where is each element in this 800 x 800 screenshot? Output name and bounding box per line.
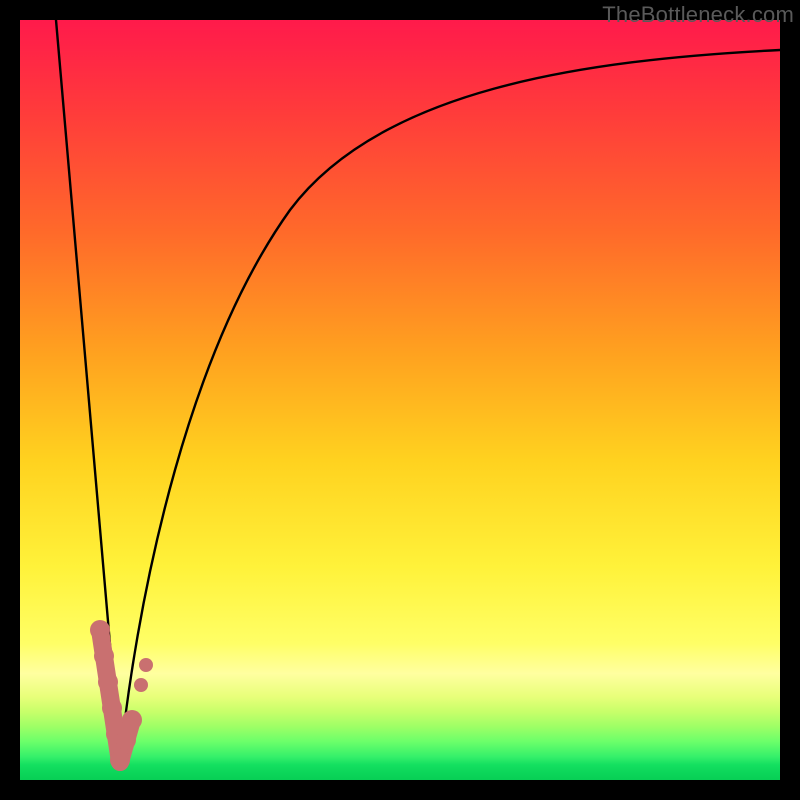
curve-right-branch xyxy=(120,50,780,760)
scatter-dot xyxy=(139,658,153,672)
watermark-text: TheBottleneck.com xyxy=(602,2,794,28)
chart-svg xyxy=(20,20,780,780)
plot-area xyxy=(20,20,780,780)
scatter-dot xyxy=(90,620,110,640)
scatter-dot xyxy=(122,710,142,730)
chart-frame: TheBottleneck.com xyxy=(0,0,800,800)
scatter-dot xyxy=(94,646,114,666)
scatter-dot xyxy=(110,750,130,770)
scatter-dot xyxy=(116,730,136,750)
scatter-dot xyxy=(98,672,118,692)
scatter-dot xyxy=(134,678,148,692)
scatter-dot xyxy=(102,698,122,718)
